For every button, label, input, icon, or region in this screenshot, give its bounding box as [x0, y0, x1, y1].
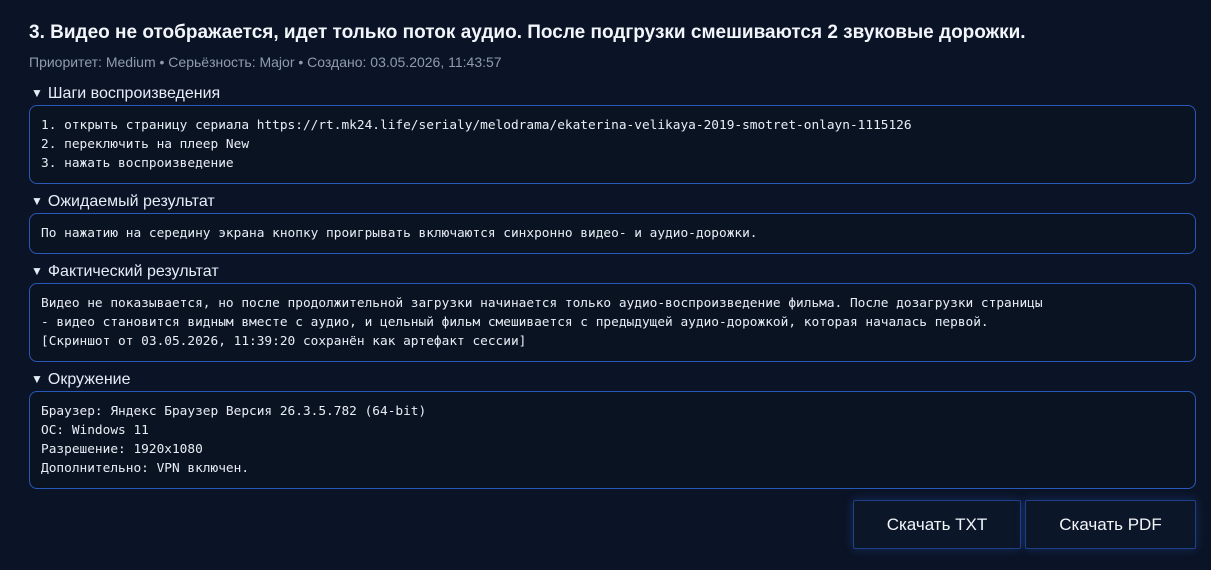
- expected-line: По нажатию на середину экрана кнопку про…: [41, 226, 758, 241]
- section-heading-actual: Фактический результат: [47, 263, 219, 280]
- section-heading-expected: Ожидаемый результат: [47, 193, 215, 210]
- actual-line: Видео не показывается, но после продолжи…: [41, 296, 1043, 311]
- steps-line: 1. открыть страницу сериала https://rt.m…: [41, 118, 912, 133]
- environment-line: Дополнительно: VPN включен.: [41, 461, 250, 476]
- environment-line: Разрешение: 1920x1080: [41, 442, 203, 457]
- steps-line: 2. переключить на плеер New: [41, 137, 250, 152]
- triangle-down-icon: ▼: [31, 86, 43, 100]
- environment-line: Браузер: Яндекс Браузер Версия 26.3.5.78…: [41, 404, 427, 419]
- section-heading-environment: Окружение: [47, 371, 131, 388]
- expected-box: По нажатию на середину экрана кнопку про…: [29, 213, 1196, 254]
- triangle-down-icon: ▼: [31, 264, 43, 278]
- actual-line: - видео становится видным вместе с аудио…: [41, 315, 989, 330]
- actual-line: [Скриншот от 03.05.2026, 11:39:20 сохран…: [41, 334, 527, 349]
- section-toggle-expected[interactable]: ▼ Ожидаемый результат: [31, 193, 215, 211]
- download-txt-button[interactable]: Скачать TXT: [853, 500, 1021, 549]
- environment-line: ОС: Windows 11: [41, 423, 149, 438]
- steps-line: 3. нажать воспроизведение: [41, 156, 234, 171]
- bug-report-panel: 3. Видео не отображается, идет только по…: [0, 0, 1211, 570]
- section-toggle-steps[interactable]: ▼ Шаги воспроизведения: [31, 85, 220, 103]
- download-pdf-button[interactable]: Скачать PDF: [1025, 500, 1196, 549]
- actual-box: Видео не показывается, но после продолжи…: [29, 283, 1196, 362]
- bug-meta: Приоритет: Medium • Серьёзность: Major •…: [29, 54, 502, 70]
- environment-box: Браузер: Яндекс Браузер Версия 26.3.5.78…: [29, 391, 1196, 489]
- bug-title: 3. Видео не отображается, идет только по…: [29, 22, 1026, 43]
- section-toggle-actual[interactable]: ▼ Фактический результат: [31, 263, 219, 281]
- triangle-down-icon: ▼: [31, 372, 43, 386]
- section-toggle-environment[interactable]: ▼ Окружение: [31, 371, 131, 389]
- section-heading-steps: Шаги воспроизведения: [47, 85, 221, 102]
- steps-box: 1. открыть страницу сериала https://rt.m…: [29, 105, 1196, 184]
- triangle-down-icon: ▼: [31, 194, 43, 208]
